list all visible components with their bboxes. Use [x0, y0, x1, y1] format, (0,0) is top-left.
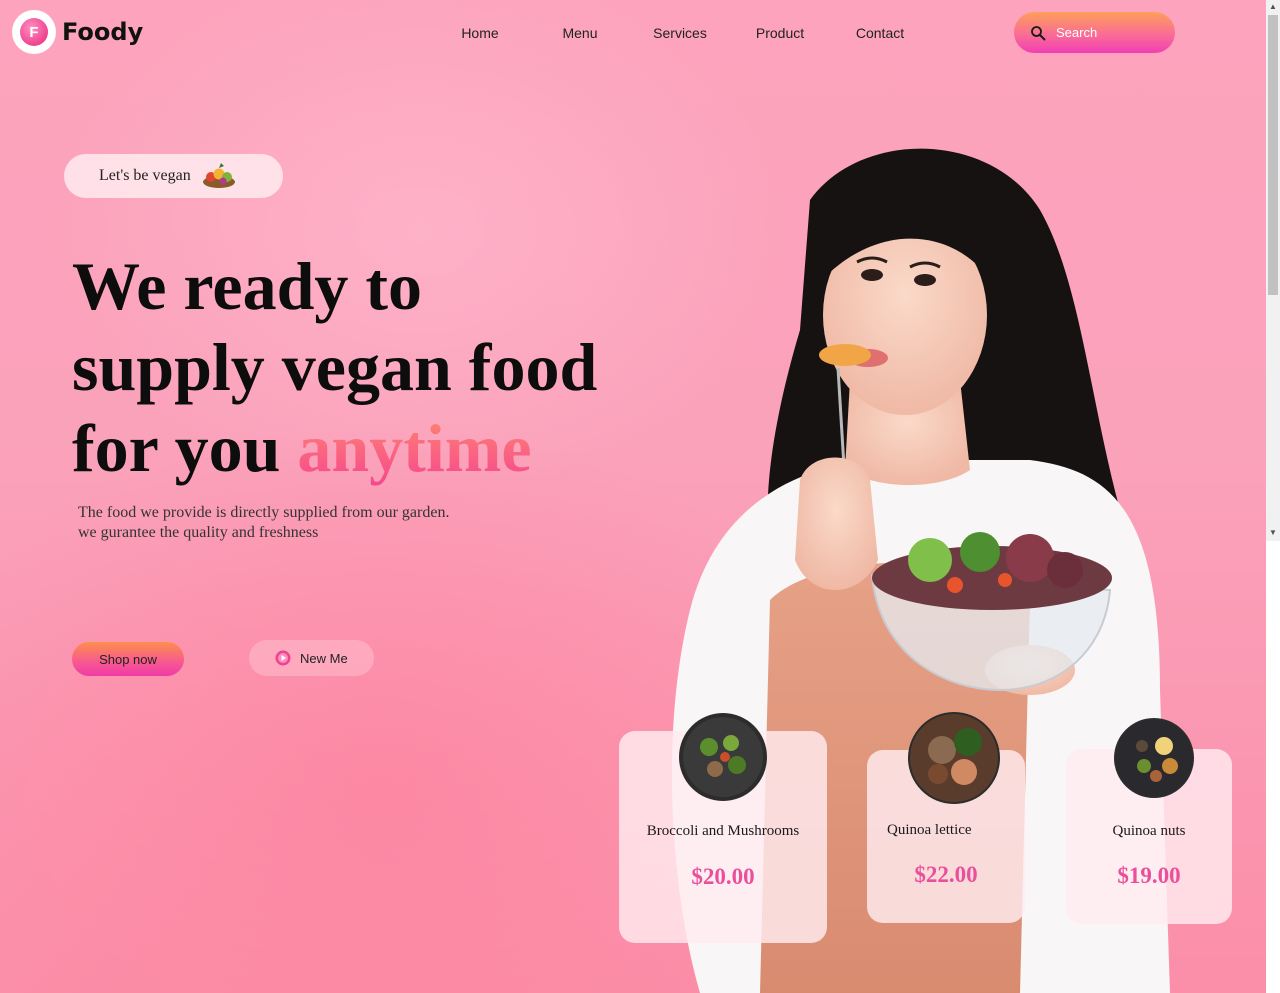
main-nav: Home Menu Services Product Contact — [430, 25, 930, 41]
new-me-button[interactable]: New Me — [249, 640, 374, 676]
landing-page: F Foody Home Menu Services Product Conta… — [0, 0, 1266, 993]
dish-icon — [910, 714, 998, 802]
quinoa-nuts-dish-image — [1114, 718, 1194, 798]
vegan-tag-label: Let's be vegan — [99, 167, 191, 184]
scroll-up-arrow-icon[interactable]: ▲ — [1266, 0, 1280, 14]
vertical-scrollbar[interactable]: ▲ ▼ — [1266, 0, 1280, 993]
play-icon — [275, 650, 291, 666]
product-name: Broccoli and Mushrooms — [646, 823, 800, 839]
description-line-2: we gurantee the quality and freshness — [78, 524, 319, 541]
nav-menu[interactable]: Menu — [530, 25, 630, 41]
headline-line-3: for you — [72, 410, 281, 486]
product-price: $20.00 — [691, 864, 755, 889]
search-icon[interactable] — [1030, 25, 1046, 41]
shop-now-button[interactable]: Shop now — [72, 642, 184, 676]
headline-line-1: We ready to — [72, 248, 423, 324]
product-card[interactable]: Quinoa nuts $19.00 — [1066, 718, 1232, 924]
brand-name: Foody — [62, 18, 144, 46]
logo-badge-icon: F — [12, 10, 56, 54]
nav-home[interactable]: Home — [430, 25, 530, 41]
search-input[interactable] — [1056, 25, 1166, 40]
product-card[interactable]: Quinoa lettice $22.00 — [867, 712, 1025, 923]
logo-letter: F — [20, 18, 48, 46]
scrollbar-track-end — [1266, 541, 1280, 993]
scroll-thumb[interactable] — [1268, 15, 1278, 295]
new-me-label: New Me — [300, 650, 348, 666]
product-price: $22.00 — [914, 862, 978, 887]
search-bar[interactable] — [1014, 12, 1175, 53]
headline-accent: anytime — [297, 410, 532, 486]
product-price: $19.00 — [1117, 863, 1181, 888]
nav-services[interactable]: Services — [630, 25, 730, 41]
product-card[interactable]: Broccoli and Mushrooms $20.00 — [619, 713, 827, 943]
brand-logo[interactable]: F Foody — [12, 10, 143, 54]
hero-description: The food we provide is directly supplied… — [78, 503, 449, 543]
product-name: Quinoa lettice — [887, 822, 972, 838]
vegan-tag: Let's be vegan — [64, 154, 283, 198]
broccoli-mushroom-dish-image — [679, 713, 767, 801]
dish-icon — [1116, 720, 1192, 796]
quinoa-lettuce-dish-image — [908, 712, 1000, 804]
headline-line-2: supply vegan food — [72, 329, 598, 405]
fruit-basket-icon — [202, 163, 235, 188]
product-name: Quinoa nuts — [1112, 823, 1186, 839]
nav-contact[interactable]: Contact — [830, 25, 930, 41]
nav-product[interactable]: Product — [730, 25, 830, 41]
dish-icon — [683, 717, 763, 797]
scroll-down-arrow-icon[interactable]: ▼ — [1266, 526, 1280, 540]
description-line-1: The food we provide is directly supplied… — [78, 504, 450, 521]
